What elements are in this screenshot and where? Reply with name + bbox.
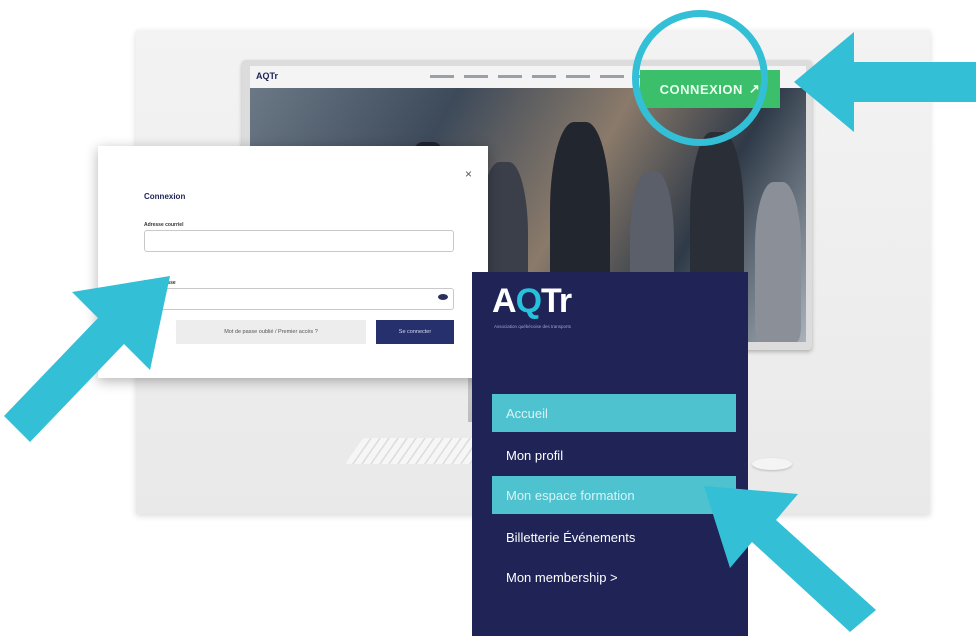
mouse bbox=[752, 458, 792, 470]
menu-item-accueil[interactable]: Accueil bbox=[492, 394, 736, 432]
login-submit-button[interactable]: Se connecter bbox=[376, 320, 454, 344]
close-icon[interactable]: × bbox=[459, 166, 478, 182]
highlight-circle bbox=[632, 10, 768, 146]
site-logo: AQTr bbox=[256, 71, 279, 81]
aqtr-logo: AQTr bbox=[492, 282, 572, 320]
email-field[interactable] bbox=[144, 230, 454, 252]
arrow-up-right-icon bbox=[4, 276, 170, 442]
arrow-up-left-icon bbox=[704, 486, 876, 632]
modal-title: Connexion bbox=[144, 192, 186, 201]
arrow-left-icon bbox=[794, 32, 976, 132]
email-label: Adresse courriel bbox=[144, 222, 184, 228]
password-field[interactable] bbox=[144, 288, 454, 310]
forgot-password-button[interactable]: Mot de passe oublié / Premier accès ? bbox=[176, 320, 366, 344]
logo-subtitle: Association québécoise des transports bbox=[494, 324, 572, 329]
menu-item-profil[interactable]: Mon profil bbox=[492, 436, 736, 474]
eye-icon[interactable] bbox=[438, 294, 448, 300]
